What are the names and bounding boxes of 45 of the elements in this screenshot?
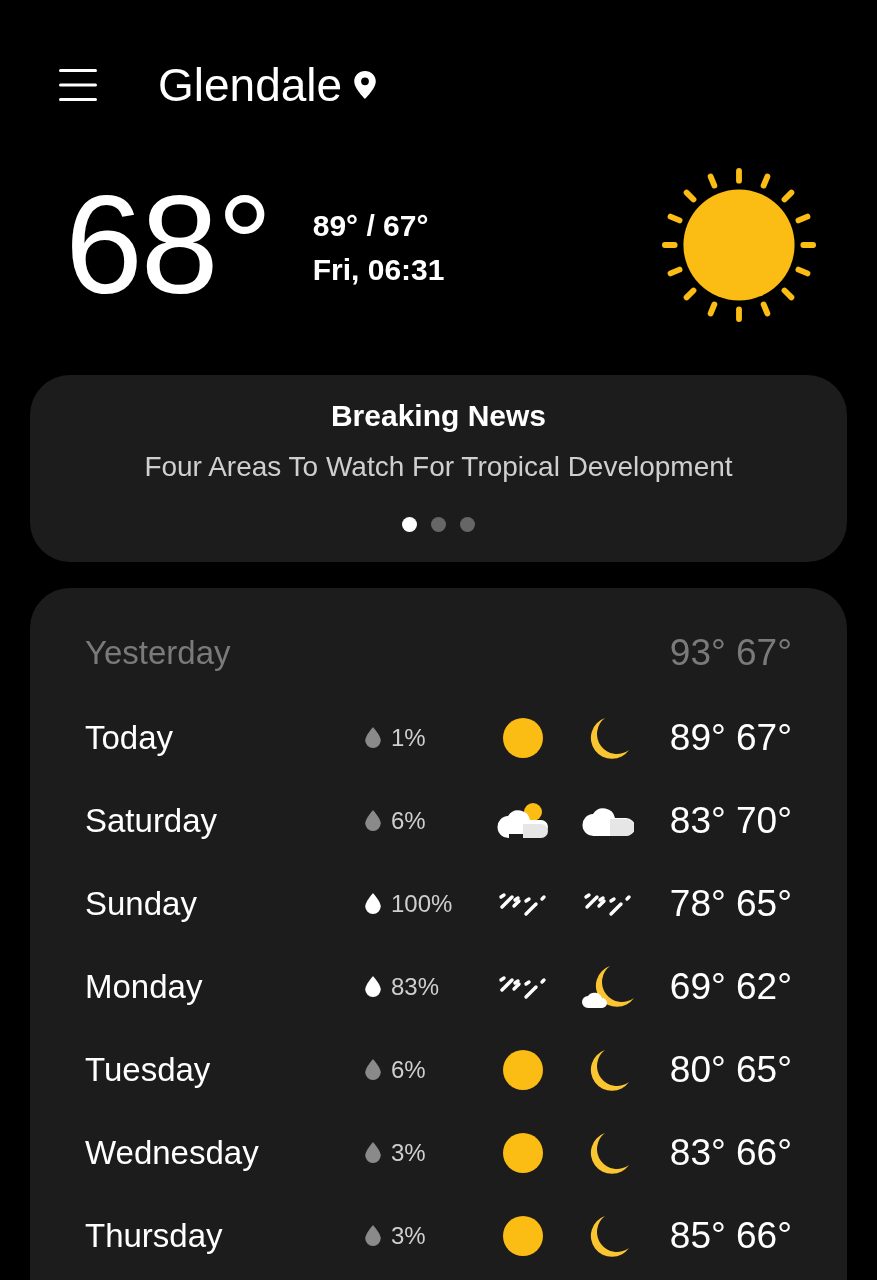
precipitation-chance: 1%	[391, 723, 426, 752]
temperature-range: 80° 65°	[668, 1048, 792, 1091]
precipitation-chance: 6%	[391, 806, 426, 835]
location-title[interactable]: Glendale	[158, 58, 343, 112]
precipitation-chance: 3%	[391, 1138, 426, 1167]
temperature-range: 93° 67°	[669, 632, 792, 674]
current-temperature: 68°	[65, 175, 271, 315]
day-name: Thursday	[85, 1216, 224, 1255]
rain-icon	[497, 890, 548, 917]
rain-icon	[497, 973, 548, 1000]
menu-icon[interactable]	[59, 68, 97, 102]
sun-icon	[501, 1131, 544, 1174]
sun-icon	[501, 1048, 544, 1091]
day-name: Tuesday	[85, 1050, 212, 1089]
sun-icon	[501, 1214, 544, 1257]
moon-cloud-icon	[581, 964, 634, 1009]
day-name: Wednesday	[85, 1133, 260, 1172]
sun-icon	[501, 716, 544, 759]
temperature-range: 83° 70°	[668, 799, 792, 842]
day-name: Sunday	[85, 884, 198, 923]
precipitation-chance: 3%	[391, 1221, 426, 1250]
temperature-range: 89° 67°	[668, 716, 792, 759]
temperature-range: 85° 66°	[668, 1214, 792, 1257]
high-low-temperature: 89° / 67°	[312, 208, 430, 243]
news-card[interactable]: Breaking News Four Areas To Watch For Tropical Development	[30, 375, 847, 562]
day-name: Yesterday	[85, 634, 232, 672]
news-headline: Four Areas To Watch For Tropical Development	[144, 451, 733, 483]
sun-icon	[661, 167, 817, 323]
day-name: Monday	[85, 967, 204, 1006]
page-indicator-dot[interactable]	[460, 517, 475, 532]
precipitation-chance: 83%	[391, 972, 440, 1001]
temperature-range: 83° 66°	[668, 1131, 792, 1174]
date-time: Fri, 06:31	[312, 252, 445, 287]
temperature-range: 69° 62°	[668, 965, 792, 1008]
cloud-sun-icon	[496, 801, 549, 840]
precipitation-chance: 100%	[391, 889, 453, 918]
day-name: Saturday	[85, 801, 219, 840]
page-indicator-dot[interactable]	[402, 517, 417, 532]
news-heading: Breaking News	[330, 399, 547, 433]
precipitation-chance: 6%	[391, 1055, 426, 1084]
rain-icon	[582, 890, 633, 917]
temperature-range: 78° 65°	[668, 882, 792, 925]
day-name: Today	[85, 718, 175, 757]
location-pin-icon	[354, 71, 377, 99]
page-indicator-dot[interactable]	[431, 517, 446, 532]
